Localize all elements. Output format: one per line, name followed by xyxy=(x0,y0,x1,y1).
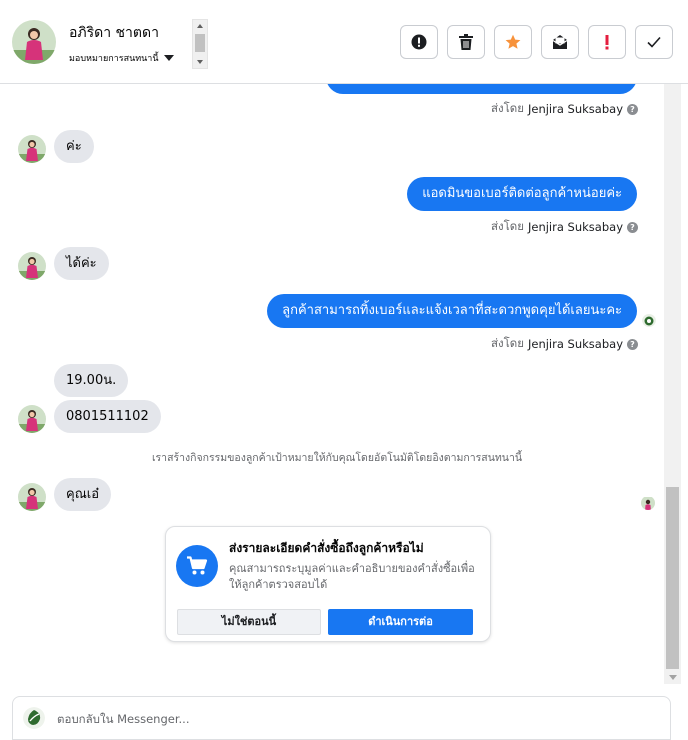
contact-name: อภิริดา ชาตดา xyxy=(69,25,159,41)
agent-name: Jenjira Suksabay xyxy=(527,102,623,116)
continue-button[interactable]: ดำเนินการต่อ xyxy=(328,609,473,635)
star-icon xyxy=(505,34,521,49)
seen-by-avatar xyxy=(641,496,655,510)
contact-avatar-small xyxy=(18,252,46,280)
reply-composer xyxy=(12,696,671,740)
message-bubble-outgoing[interactable] xyxy=(326,84,637,94)
message-bubble-incoming[interactable]: 19.00น. xyxy=(54,364,129,397)
thread-scrollbar[interactable] xyxy=(664,84,681,684)
contact-avatar-small xyxy=(18,135,46,163)
card-title: ส่งรายละเอียดคำสั่งซื้อถึงลูกค้าหรือไม่ xyxy=(229,541,424,555)
reply-input[interactable] xyxy=(57,708,617,730)
sent-by-label: ส่งโดย Jenjira Suksabay ? xyxy=(491,335,638,353)
message-bubble-outgoing[interactable]: แอดมินขอเบอร์ติดต่อลูกค้าหน่อยค่ะ xyxy=(407,177,637,211)
message-bubble-outgoing[interactable]: ลูกค้าสามารถทิ้งเบอร์และแจ้งเวลาที่สะดวก… xyxy=(267,294,637,328)
checkmark-icon xyxy=(647,36,661,48)
contact-avatar-small xyxy=(18,483,46,511)
assign-label: มอบหมายการสนทนานี้ xyxy=(69,54,159,64)
chevron-down-icon xyxy=(163,55,174,61)
message-bubble-incoming[interactable]: ได้ค่ะ xyxy=(54,247,109,280)
exclamation-circle-icon xyxy=(411,34,427,50)
card-description: คุณสามารถระบุมูลค่าและคำอธิบายของคำสั่งซ… xyxy=(229,562,475,591)
page-avatar xyxy=(23,707,45,729)
help-icon[interactable]: ? xyxy=(627,103,638,115)
agent-name: Jenjira Suksabay xyxy=(527,220,623,234)
contact-avatar[interactable] xyxy=(12,20,56,64)
star-button[interactable] xyxy=(494,25,532,59)
envelope-icon xyxy=(552,35,568,49)
message-bubble-incoming[interactable]: ค่ะ xyxy=(54,130,94,163)
mark-unread-button[interactable] xyxy=(541,25,579,59)
not-now-button[interactable]: ไม่ใช่ตอนนี้ xyxy=(177,609,321,635)
sent-by-label: ส่งโดย Jenjira Suksabay ? xyxy=(491,100,638,118)
assign-conversation-dropdown[interactable]: มอบหมายการสนทนานี้ xyxy=(69,51,174,65)
message-thread: ส่งโดย Jenjira Suksabay ? ค่ะ แอดมินขอเบ… xyxy=(0,84,664,684)
send-order-card: ส่งรายละเอียดคำสั่งซื้อถึงลูกค้าหรือไม่ … xyxy=(165,526,491,642)
help-icon[interactable]: ? xyxy=(627,221,638,233)
exclamation-mark-icon xyxy=(605,35,609,50)
scrollbar-thumb[interactable] xyxy=(666,487,679,669)
delete-button[interactable] xyxy=(447,25,485,59)
scroll-down-arrow-icon[interactable] xyxy=(669,675,677,680)
message-bubble-incoming[interactable]: 0801511102 xyxy=(54,400,161,433)
sent-by-label: ส่งโดย Jenjira Suksabay ? xyxy=(491,218,638,236)
mark-done-button[interactable] xyxy=(635,25,673,59)
shopping-cart-icon xyxy=(176,545,218,587)
conversation-actions xyxy=(400,25,673,59)
system-note: เราสร้างกิจกรรมของลูกค้าเป้าหมายให้กับคุ… xyxy=(151,452,523,464)
contact-avatar-small xyxy=(18,405,46,433)
help-icon[interactable]: ? xyxy=(627,338,638,350)
scrollbar-thumb[interactable] xyxy=(195,34,205,52)
conversation-header: อภิริดา ชาตดา มอบหมายการสนทนานี้ xyxy=(0,0,688,84)
mark-spam-button[interactable] xyxy=(400,25,438,59)
read-receipt-avatar xyxy=(642,313,656,327)
scroll-down-arrow-icon[interactable] xyxy=(197,60,203,64)
message-bubble-incoming[interactable]: คุณเอ๋ xyxy=(54,478,112,511)
agent-name: Jenjira Suksabay xyxy=(527,337,623,351)
scroll-up-arrow-icon[interactable] xyxy=(197,24,203,28)
header-scrollbar[interactable] xyxy=(192,19,208,69)
trash-icon xyxy=(459,34,473,50)
follow-up-button[interactable] xyxy=(588,25,626,59)
